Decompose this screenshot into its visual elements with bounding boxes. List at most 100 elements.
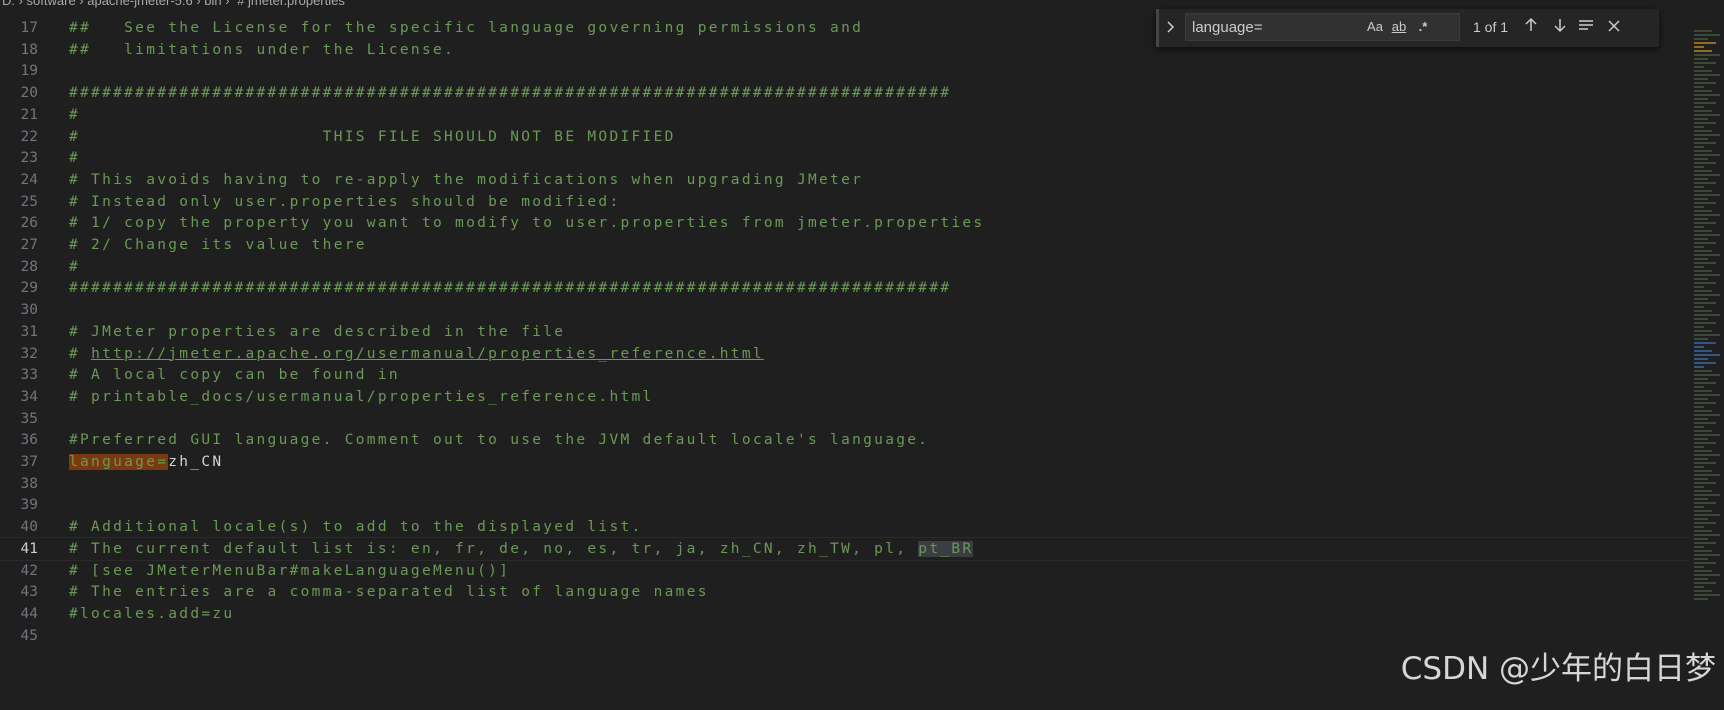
code-line[interactable]: 35	[0, 407, 1690, 431]
minimap-row	[1694, 510, 1712, 512]
minimap-row	[1694, 306, 1704, 308]
minimap-row	[1694, 494, 1720, 496]
minimap-row	[1694, 130, 1712, 132]
line-code: # The entries are a comma-separated list…	[69, 580, 709, 604]
line-code: #Preferred GUI language. Comment out to …	[69, 428, 929, 452]
code-line[interactable]: 34 # printable_docs/usermanual/properties…	[0, 385, 1690, 409]
minimap-row	[1694, 210, 1712, 212]
arrow-down-icon[interactable]	[1548, 16, 1572, 38]
minimap-row	[1694, 362, 1716, 364]
minimap-row	[1694, 258, 1708, 260]
minimap-row	[1694, 46, 1704, 48]
code-line[interactable]: 24 # This avoids having to re-apply the m…	[0, 168, 1690, 192]
code-link[interactable]: http://jmeter.apache.org/usermanual/prop…	[91, 346, 764, 362]
find-input-box[interactable]: Aa ab .*	[1185, 13, 1460, 41]
code-line[interactable]: 19	[0, 59, 1690, 83]
line-code: # THIS FILE SHOULD NOT BE MODIFIED	[69, 125, 676, 149]
whole-word-button[interactable]: ab	[1389, 19, 1409, 37]
line-number: 21	[20, 106, 38, 123]
minimap-row	[1694, 62, 1716, 64]
minimap-row	[1694, 522, 1716, 524]
minimap-row	[1694, 538, 1708, 540]
minimap-row	[1694, 402, 1716, 404]
minimap-row	[1694, 106, 1704, 108]
code-line[interactable]: 40 # Additional locale(s) to add to the d…	[0, 515, 1690, 539]
find-in-selection-icon[interactable]	[1574, 16, 1598, 38]
minimap-row	[1694, 74, 1720, 76]
minimap-row	[1694, 382, 1716, 384]
code-line[interactable]: 44 #locales.add=zu	[0, 602, 1690, 626]
code-line[interactable]: 20 ######################################…	[0, 81, 1690, 105]
code-line[interactable]: 29 ######################################…	[0, 276, 1690, 300]
minimap-row	[1694, 506, 1704, 508]
line-code: # 1/ copy the property you want to modif…	[69, 211, 984, 235]
minimap-row	[1694, 406, 1704, 408]
minimap-row	[1694, 102, 1716, 104]
code-line[interactable]: 37 language=zh_CN	[0, 450, 1690, 474]
minimap-row	[1694, 514, 1720, 516]
close-icon[interactable]	[1602, 16, 1626, 38]
minimap-row	[1694, 426, 1704, 428]
code-line[interactable]: 23 #	[0, 146, 1690, 170]
minimap-row	[1694, 226, 1704, 228]
code-token: #	[69, 345, 92, 362]
minimap-row	[1694, 290, 1712, 292]
minimap-row	[1694, 222, 1716, 224]
code-line[interactable]: 41 # The current default list is: en, fr,…	[0, 536, 1690, 561]
minimap-row	[1694, 414, 1720, 416]
line-code: #	[69, 255, 80, 279]
minimap-row	[1694, 422, 1716, 424]
line-number: 23	[20, 150, 38, 167]
code-editor[interactable]: 17 ## See the License for the specific la…	[0, 0, 1690, 710]
minimap-row	[1694, 346, 1704, 348]
code-line[interactable]: 26 # 1/ copy the property you want to mod…	[0, 211, 1690, 235]
minimap-row	[1694, 570, 1712, 572]
code-line[interactable]: 31 # JMeter properties are described in t…	[0, 320, 1690, 344]
find-input[interactable]	[1192, 18, 1372, 36]
minimap-row	[1694, 278, 1708, 280]
code-line[interactable]: 28 #	[0, 255, 1690, 279]
code-token: #locales.add=zu	[69, 605, 235, 622]
line-number: 45	[20, 627, 38, 644]
code-line[interactable]: 27 # 2/ Change its value there	[0, 233, 1690, 257]
minimap-row	[1694, 354, 1720, 356]
code-line[interactable]: 21 #	[0, 103, 1690, 127]
line-number: 37	[20, 454, 38, 470]
code-token: # Additional locale(s) to add to the dis…	[69, 519, 643, 536]
line-code: #	[69, 146, 80, 170]
line-code: # JMeter properties are described in the…	[69, 320, 565, 344]
minimap[interactable]	[1690, 0, 1724, 710]
code-line[interactable]: 39	[0, 493, 1690, 517]
line-code: ########################################…	[69, 276, 951, 300]
code-line[interactable]: 36 #Preferred GUI language. Comment out t…	[0, 428, 1690, 452]
arrow-up-icon[interactable]	[1519, 16, 1543, 38]
code-line[interactable]: 43 # The entries are a comma-separated li…	[0, 580, 1690, 604]
minimap-row	[1694, 234, 1720, 236]
code-token: #	[69, 258, 81, 275]
code-line[interactable]: 33 # A local copy can be found in	[0, 363, 1690, 387]
minimap-row	[1694, 310, 1712, 312]
minimap-row	[1694, 518, 1708, 520]
minimap-row	[1694, 194, 1720, 196]
minimap-row	[1694, 410, 1712, 412]
code-line[interactable]: 25 # Instead only user.properties should …	[0, 190, 1690, 214]
minimap-row	[1694, 170, 1712, 172]
code-token: #Preferred GUI language. Comment out to …	[69, 432, 930, 449]
code-line[interactable]: 32 # http://jmeter.apache.org/usermanual/…	[0, 342, 1690, 366]
minimap-row	[1694, 326, 1704, 328]
code-line[interactable]: 42 # [see JMeterMenuBar#makeLanguageMenu(…	[0, 559, 1690, 583]
minimap-row	[1694, 118, 1708, 120]
line-number: 28	[20, 258, 38, 275]
code-token: #	[69, 106, 81, 123]
match-case-button[interactable]: Aa	[1366, 19, 1384, 37]
code-line[interactable]: 22 # THIS FILE SHOULD NOT BE MODIFIED	[0, 125, 1690, 149]
minimap-row	[1694, 282, 1716, 284]
line-code: # http://jmeter.apache.org/usermanual/pr…	[69, 342, 764, 366]
minimap-row	[1694, 378, 1708, 380]
code-line[interactable]: 38	[0, 472, 1690, 496]
line-number: 42	[20, 562, 38, 579]
regex-button[interactable]: .*	[1414, 19, 1432, 37]
code-line[interactable]: 30	[0, 298, 1690, 322]
minimap-row	[1694, 558, 1708, 560]
toggle-replace-icon[interactable]	[1165, 19, 1179, 37]
